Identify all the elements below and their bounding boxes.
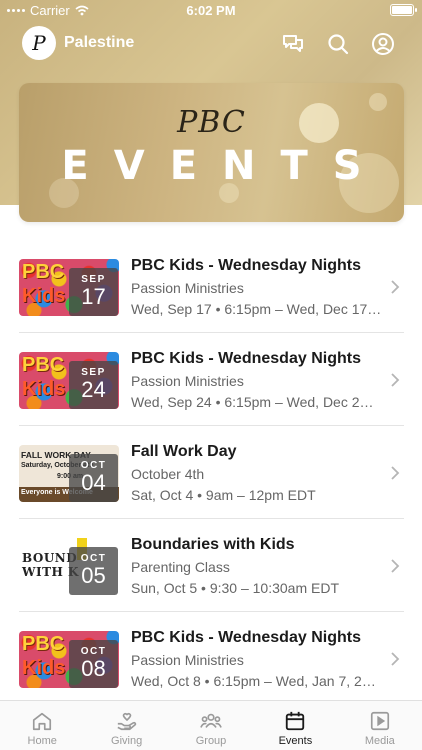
- event-thumbnail: PBC Kids OCT 08: [19, 631, 119, 688]
- hero-title: EVENTS: [61, 143, 387, 189]
- event-thumbnail: PBC Kids SEP 17: [19, 259, 119, 316]
- event-title: PBC Kids - Wednesday Nights: [131, 629, 361, 646]
- chevron-right-icon: [391, 559, 400, 573]
- events-hero-banner: PBC EVENTS: [19, 83, 404, 222]
- events-icon: [286, 711, 305, 731]
- church-logo[interactable]: P: [22, 26, 56, 60]
- event-subtitle: October 4th: [131, 466, 205, 482]
- tab-label: Events: [278, 735, 313, 747]
- event-subtitle: Passion Ministries: [131, 373, 244, 389]
- chevron-right-icon: [391, 373, 400, 387]
- event-thumbnail: BOUND WITH K OCT 05: [19, 538, 119, 595]
- tab-label: Media: [364, 735, 395, 747]
- tab-events[interactable]: Events: [253, 701, 337, 750]
- tab-group[interactable]: Group: [169, 701, 253, 750]
- event-subtitle: Passion Ministries: [131, 652, 244, 668]
- bottom-tab-bar: Home Giving Group Events Media: [0, 700, 422, 750]
- event-row[interactable]: PBC Kids OCT 08 PBC Kids - Wednesday Nig…: [0, 612, 422, 705]
- event-datetime: Wed, Oct 8 • 6:15pm – Wed, Jan 7, 2…: [131, 673, 376, 689]
- event-thumbnail: FALL WORK DAY Saturday, October 4th 9:00…: [19, 445, 119, 502]
- event-subtitle: Parenting Class: [131, 559, 230, 575]
- event-row[interactable]: BOUND WITH K OCT 05 Boundaries with Kids…: [0, 519, 422, 612]
- search-icon[interactable]: [326, 32, 350, 56]
- messages-icon[interactable]: [281, 32, 305, 56]
- event-row[interactable]: PBC Kids SEP 17 PBC Kids - Wednesday Nig…: [0, 240, 422, 333]
- group-icon: [200, 713, 222, 728]
- event-subtitle: Passion Ministries: [131, 280, 244, 296]
- app-title: Palestine: [64, 34, 135, 51]
- event-datetime: Wed, Sep 17 • 6:15pm – Wed, Dec 17…: [131, 301, 382, 317]
- tab-giving[interactable]: Giving: [84, 701, 168, 750]
- media-icon: [370, 711, 389, 731]
- date-badge: SEP 24: [69, 361, 118, 409]
- tab-home[interactable]: Home: [0, 701, 84, 750]
- chevron-right-icon: [391, 652, 400, 666]
- event-row[interactable]: FALL WORK DAY Saturday, October 4th 9:00…: [0, 426, 422, 519]
- battery-icon: [390, 4, 417, 16]
- event-title: PBC Kids - Wednesday Nights: [131, 257, 361, 274]
- event-datetime: Wed, Sep 24 • 6:15pm – Wed, Dec 2…: [131, 394, 374, 410]
- chevron-right-icon: [391, 280, 400, 294]
- app-bar: P Palestine: [0, 24, 422, 64]
- event-title: Fall Work Day: [131, 443, 237, 460]
- event-list: PBC Kids SEP 17 PBC Kids - Wednesday Nig…: [0, 240, 422, 705]
- date-badge: OCT 05: [69, 547, 118, 595]
- hero-script-text: PBC: [177, 105, 246, 140]
- tab-label: Group: [195, 735, 227, 747]
- profile-icon[interactable]: [371, 32, 395, 56]
- date-badge: SEP 17: [69, 268, 118, 316]
- tab-label: Home: [27, 735, 57, 747]
- event-datetime: Sat, Oct 4 • 9am – 12pm EDT: [131, 487, 316, 503]
- tab-media[interactable]: Media: [338, 701, 422, 750]
- event-thumbnail: PBC Kids SEP 24: [19, 352, 119, 409]
- date-badge: OCT 04: [69, 454, 118, 502]
- event-title: PBC Kids - Wednesday Nights: [131, 350, 361, 367]
- event-title: Boundaries with Kids: [131, 536, 295, 553]
- status-bar: Carrier 6:02 PM: [0, 0, 422, 22]
- event-datetime: Sun, Oct 5 • 9:30 – 10:30am EDT: [131, 580, 340, 596]
- event-row[interactable]: PBC Kids SEP 24 PBC Kids - Wednesday Nig…: [0, 333, 422, 426]
- giving-icon: [117, 712, 136, 731]
- chevron-right-icon: [391, 466, 400, 480]
- date-badge: OCT 08: [69, 640, 118, 688]
- tab-label: Giving: [111, 735, 143, 747]
- home-icon: [33, 712, 52, 731]
- status-time: 6:02 PM: [186, 3, 236, 18]
